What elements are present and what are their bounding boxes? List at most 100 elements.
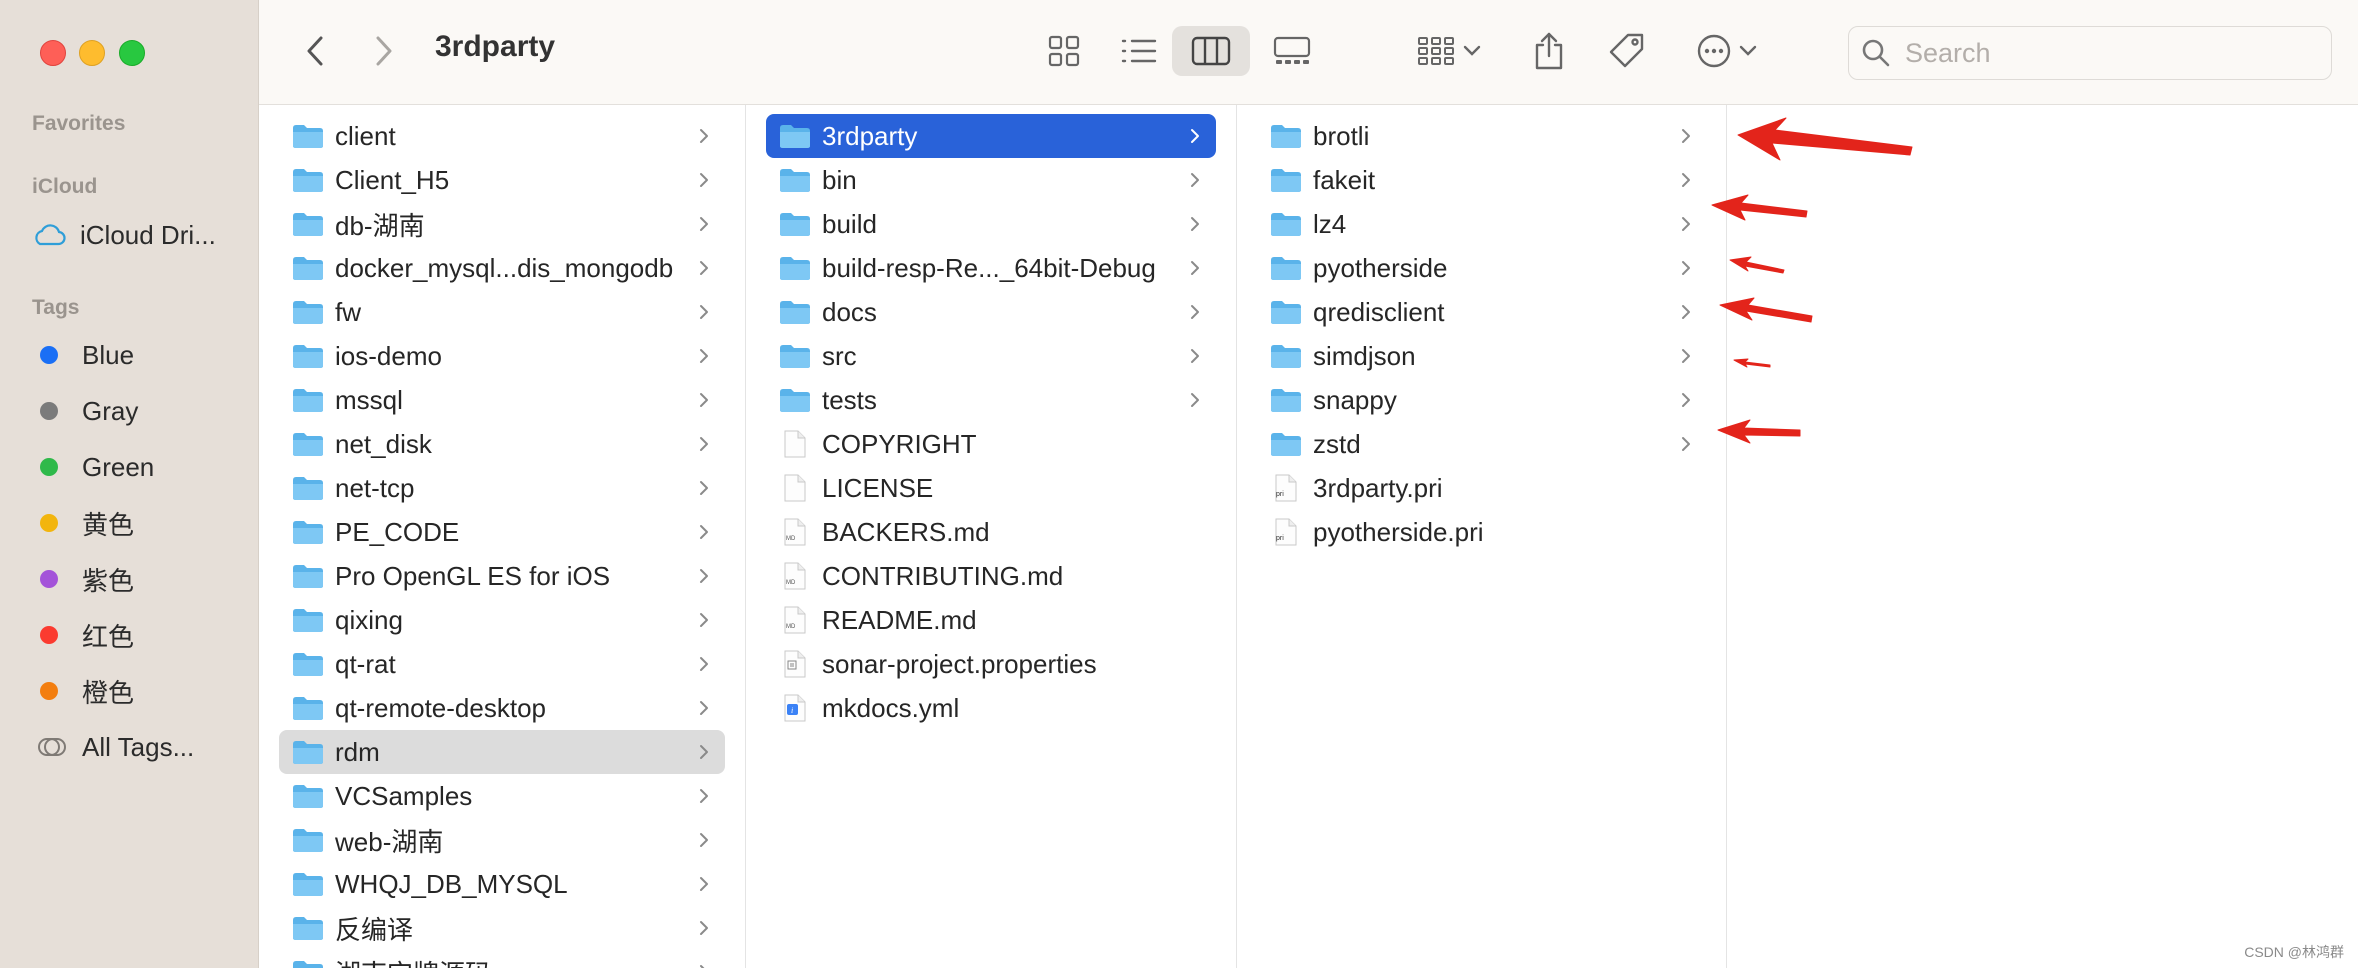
- folder-row[interactable]: Client_H5: [279, 158, 725, 202]
- folder-row[interactable]: docs: [766, 290, 1216, 334]
- column-3[interactable]: brotli fakeit lz4 pyotherside qredisclie…: [1237, 105, 1727, 968]
- folder-row[interactable]: 湖南宝牌源码: [279, 950, 725, 968]
- close-window-button[interactable]: [40, 40, 66, 66]
- folder-row[interactable]: net-tcp: [279, 466, 725, 510]
- folder-icon: [293, 477, 323, 500]
- folder-row[interactable]: mssql: [279, 378, 725, 422]
- sidebar-item-tag[interactable]: Gray: [32, 391, 242, 431]
- folder-row[interactable]: lz4: [1257, 202, 1707, 246]
- back-button[interactable]: [295, 26, 335, 76]
- chevron-right-icon: [700, 745, 708, 759]
- zoom-window-button[interactable]: [119, 40, 145, 66]
- tag-button[interactable]: [1602, 26, 1652, 76]
- folder-row[interactable]: brotli: [1257, 114, 1707, 158]
- sidebar-item-tag[interactable]: 橙色: [32, 671, 242, 711]
- file-row[interactable]: pri pyotherside.pri: [1257, 510, 1707, 554]
- item-name: snappy: [1313, 384, 1397, 415]
- column-1[interactable]: client Client_H5 db-湖南 docker_mysql...di…: [259, 105, 746, 968]
- folder-icon: [293, 213, 323, 236]
- item-name: README.md: [822, 604, 977, 635]
- sidebar-item-label: Gray: [82, 395, 139, 426]
- folder-row[interactable]: client: [279, 114, 725, 158]
- folder-row[interactable]: WHQJ_DB_MYSQL: [279, 862, 725, 906]
- file-row[interactable]: sonar-project.properties: [766, 642, 1216, 686]
- folder-row[interactable]: ios-demo: [279, 334, 725, 378]
- folder-row[interactable]: web-湖南: [279, 818, 725, 862]
- folder-row[interactable]: qt-rat: [279, 642, 725, 686]
- folder-row[interactable]: simdjson: [1257, 334, 1707, 378]
- share-button[interactable]: [1524, 26, 1574, 76]
- folder-row[interactable]: zstd: [1257, 422, 1707, 466]
- column-view-button[interactable]: [1172, 26, 1250, 76]
- file-row[interactable]: i mkdocs.yml: [766, 686, 1216, 730]
- tag-color-dot-icon: [40, 626, 58, 644]
- file-row[interactable]: COPYRIGHT: [766, 422, 1216, 466]
- folder-icon: [293, 697, 323, 720]
- sidebar-item-tag[interactable]: Green: [32, 447, 242, 487]
- folder-row[interactable]: Pro OpenGL ES for iOS: [279, 554, 725, 598]
- file-row[interactable]: LICENSE: [766, 466, 1216, 510]
- folder-icon: [293, 609, 323, 632]
- item-name: VCSamples: [335, 780, 473, 811]
- svg-text:MD: MD: [786, 580, 796, 586]
- folder-icon: [780, 169, 810, 192]
- folder-row[interactable]: 反编译: [279, 906, 725, 950]
- folder-icon: [1271, 301, 1301, 324]
- search-input[interactable]: [1903, 36, 2307, 70]
- list-view-button[interactable]: [1109, 26, 1169, 76]
- folder-row[interactable]: pyotherside: [1257, 246, 1707, 290]
- file-row[interactable]: pri 3rdparty.pri: [1257, 466, 1707, 510]
- folder-row[interactable]: qredisclient: [1257, 290, 1707, 334]
- folder-icon: [293, 345, 323, 368]
- sidebar-item-label: iCloud Dri...: [80, 219, 216, 250]
- folder-row[interactable]: 3rdparty: [766, 114, 1216, 158]
- item-name: mkdocs.yml: [822, 692, 960, 723]
- item-name: src: [822, 340, 857, 371]
- icon-view-button[interactable]: [1034, 26, 1094, 76]
- sidebar-item-all-tags[interactable]: All Tags...: [32, 727, 242, 767]
- folder-row[interactable]: db-湖南: [279, 202, 725, 246]
- file-row[interactable]: MD BACKERS.md: [766, 510, 1216, 554]
- folder-row[interactable]: src: [766, 334, 1216, 378]
- column-4: [1727, 105, 2358, 968]
- chevron-right-icon: [1682, 217, 1690, 231]
- sidebar-item-tag[interactable]: 黄色: [32, 503, 242, 543]
- folder-row[interactable]: qt-remote-desktop: [279, 686, 725, 730]
- search-field[interactable]: [1848, 26, 2332, 80]
- file-row[interactable]: MD CONTRIBUTING.md: [766, 554, 1216, 598]
- item-name: COPYRIGHT: [822, 428, 977, 459]
- folder-row[interactable]: tests: [766, 378, 1216, 422]
- chevron-right-icon: [700, 129, 708, 143]
- sidebar-item-label: Green: [82, 451, 155, 482]
- folder-row[interactable]: snappy: [1257, 378, 1707, 422]
- folder-row[interactable]: build: [766, 202, 1216, 246]
- file-row[interactable]: MD README.md: [766, 598, 1216, 642]
- folder-row[interactable]: fakeit: [1257, 158, 1707, 202]
- sidebar-item-tag[interactable]: 红色: [32, 615, 242, 655]
- minimize-window-button[interactable]: [79, 40, 105, 66]
- search-icon: [1862, 39, 1890, 67]
- folder-row[interactable]: docker_mysql...dis_mongodb: [279, 246, 725, 290]
- sidebar-item-tag[interactable]: Blue: [32, 335, 242, 375]
- item-name: simdjson: [1313, 340, 1416, 371]
- folder-row[interactable]: net_disk: [279, 422, 725, 466]
- column-2[interactable]: 3rdparty bin build build-resp-Re..._64bi…: [746, 105, 1237, 968]
- item-name: Pro OpenGL ES for iOS: [335, 560, 611, 591]
- folder-row[interactable]: bin: [766, 158, 1216, 202]
- gallery-view-button[interactable]: [1262, 26, 1322, 76]
- folder-row[interactable]: PE_CODE: [279, 510, 725, 554]
- folder-row[interactable]: build-resp-Re..._64bit-Debug: [766, 246, 1216, 290]
- folder-row[interactable]: VCSamples: [279, 774, 725, 818]
- sidebar-section-icloud: iCloud: [32, 175, 98, 198]
- folder-row[interactable]: rdm: [279, 730, 725, 774]
- folder-row[interactable]: fw: [279, 290, 725, 334]
- chevron-right-icon: [1191, 261, 1199, 275]
- sidebar-item-tag[interactable]: 紫色: [32, 559, 242, 599]
- folder-row[interactable]: qixing: [279, 598, 725, 642]
- chevron-right-icon: [700, 833, 708, 847]
- sidebar-item-icloud-drive[interactable]: iCloud Dri...: [32, 215, 242, 255]
- item-name: 反编译: [335, 914, 414, 945]
- more-actions-button[interactable]: [1687, 26, 1767, 76]
- forward-button[interactable]: [364, 26, 404, 76]
- group-by-button[interactable]: [1409, 26, 1489, 76]
